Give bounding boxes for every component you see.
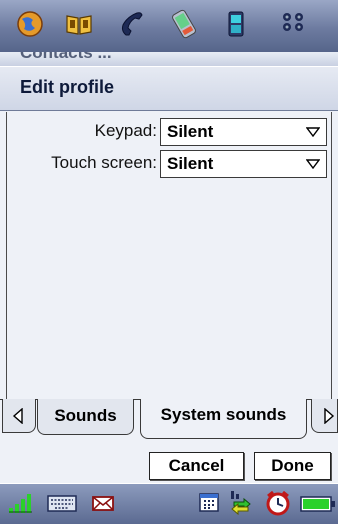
cancel-button[interactable]: Cancel [149, 452, 244, 480]
tab-scroll-right-button[interactable] [311, 399, 338, 433]
touch-screen-select[interactable]: Silent [160, 150, 327, 178]
dialog-header: Edit profile [0, 67, 338, 111]
touch-screen-label: Touch screen: [51, 153, 157, 172]
dialog-content: Keypad: Silent Touch screen: Silent [6, 112, 332, 399]
pda-icon[interactable] [167, 7, 201, 41]
phone-handset-icon[interactable] [115, 7, 149, 41]
arrow-left-icon [12, 408, 23, 424]
background-window-title: Contacts ... [0, 52, 338, 66]
background-title-text: Contacts ... [20, 52, 112, 62]
dialog-buttons: Cancel Done [0, 447, 338, 483]
keypad-value: Silent [167, 122, 214, 141]
keyboard-icon[interactable] [47, 495, 77, 512]
tab-sounds-label: Sounds [54, 406, 117, 425]
battery-icon[interactable] [300, 496, 336, 512]
chevron-down-icon [306, 127, 320, 137]
done-button[interactable]: Done [254, 452, 331, 480]
keypad-row: Keypad: Silent [7, 118, 333, 146]
edit-profile-dialog: Edit profile Keypad: Silent Touch screen… [0, 66, 338, 483]
dialog-title: Edit profile [20, 77, 114, 97]
tab-sounds[interactable]: Sounds [37, 399, 134, 435]
keypad-select[interactable]: Silent [160, 118, 327, 146]
alarm-clock-icon[interactable] [264, 490, 292, 516]
tab-system-sounds[interactable]: System sounds [140, 399, 307, 439]
keypad-label: Keypad: [94, 121, 157, 140]
chevron-down-icon [306, 159, 320, 169]
book-icon[interactable] [62, 7, 96, 41]
status-bar [0, 483, 338, 524]
arrow-right-icon [324, 408, 335, 424]
tab-system-sounds-label: System sounds [160, 405, 287, 424]
globe-icon[interactable] [13, 7, 47, 41]
mobile-phone-icon[interactable] [219, 7, 253, 41]
tab-strip: Sounds System sounds [0, 399, 338, 441]
signal-strength-icon[interactable] [8, 492, 34, 514]
calendar-icon[interactable] [199, 492, 219, 512]
data-connection-icon[interactable] [228, 489, 256, 516]
message-envelope-icon[interactable] [92, 495, 114, 512]
app-grid-icon[interactable] [276, 7, 310, 41]
tab-scroll-left-button[interactable] [2, 399, 36, 433]
touch-screen-row: Touch screen: Silent [7, 150, 333, 178]
launcher-bar [0, 0, 338, 52]
touch-screen-value: Silent [167, 154, 214, 173]
